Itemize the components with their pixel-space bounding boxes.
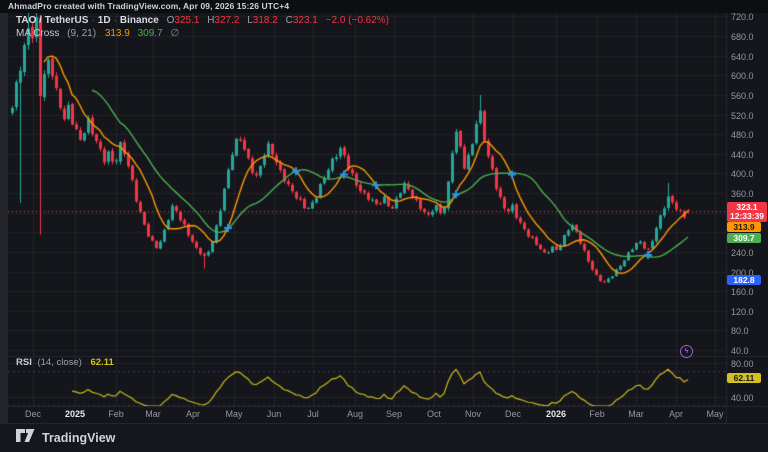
open-value: 325.1 xyxy=(174,15,199,26)
exchange-label[interactable]: Binance xyxy=(120,15,159,26)
time-tick-label: Dec xyxy=(505,409,521,419)
time-tick-label: Feb xyxy=(589,409,605,419)
price-tick-label: 240.0 xyxy=(731,248,754,258)
rsi-current-value: 62.11 xyxy=(90,357,113,368)
price-tick-label: 600.0 xyxy=(731,71,754,81)
time-tick-label: Jul xyxy=(307,409,319,419)
rsi-tick-label: 80.00 xyxy=(731,359,754,369)
price-tick-label: 440.0 xyxy=(731,150,754,160)
close-label: C xyxy=(286,15,293,26)
separator-dot: · xyxy=(91,15,94,26)
interval-label[interactable]: 1D xyxy=(98,15,111,26)
time-tick-label: 2026 xyxy=(546,409,566,419)
tradingview-logo-icon[interactable] xyxy=(16,429,35,447)
ma-fast-axis-badge[interactable]: 313.9 xyxy=(727,222,761,232)
price-tick-label: 560.0 xyxy=(731,91,754,101)
ma-cross-params: (9, 21) xyxy=(67,28,96,39)
price-tick-label: 80.0 xyxy=(731,326,749,336)
high-value: 327.2 xyxy=(214,15,239,26)
time-tick-label: May xyxy=(225,409,242,419)
ma-cross-marker-icon: ∅ xyxy=(170,28,179,39)
price-tick-label: 480.0 xyxy=(731,130,754,140)
ma-cross-legend-row[interactable]: MA Cross (9, 21) 313.9 309.7 ∅ xyxy=(16,28,389,40)
price-tick-label: 40.0 xyxy=(731,346,749,356)
separator-dot: · xyxy=(114,15,117,26)
ma-slow-value: 309.7 xyxy=(138,28,163,39)
symbol-title[interactable]: TAO / TetherUS xyxy=(16,15,88,26)
tradingview-chart-window: AhmadPro created with TradingView.com, A… xyxy=(0,0,768,452)
price-tick-label: 720.0 xyxy=(731,12,754,22)
rsi-name[interactable]: RSI xyxy=(16,357,32,368)
ma-fast-value: 313.9 xyxy=(105,28,130,39)
brand-name[interactable]: TradingView xyxy=(42,431,115,445)
rsi-tick-label: 40.00 xyxy=(731,393,754,403)
time-tick-label: May xyxy=(706,409,723,419)
change-value: −2.0 (−0.62%) xyxy=(326,15,389,26)
bar-countdown: 12:33:39 xyxy=(730,212,764,221)
rsi-params: (14, close) xyxy=(37,357,81,368)
time-tick-label: Mar xyxy=(145,409,161,419)
time-tick-label: Feb xyxy=(108,409,124,419)
close-value: 323.1 xyxy=(293,15,318,26)
last-price-badge[interactable]: 323.1 12:33:39 xyxy=(727,202,767,222)
left-gutter xyxy=(0,13,8,423)
time-tick-label: Mar xyxy=(628,409,644,419)
price-tick-label: 360.0 xyxy=(731,189,754,199)
chart-legend: TAO / TetherUS·1D·Binance O325.1 H327.2 … xyxy=(16,15,389,41)
symbol-legend-row[interactable]: TAO / TetherUS·1D·Binance O325.1 H327.2 … xyxy=(16,15,389,27)
price-tick-label: 120.0 xyxy=(731,307,754,317)
time-tick-label: Apr xyxy=(669,409,683,419)
low-value: 318.2 xyxy=(253,15,278,26)
rsi-legend-row[interactable]: RSI (14, close) 62.11 xyxy=(16,357,114,368)
alert-level-badge[interactable]: 182.8 xyxy=(727,275,761,285)
price-tick-label: 640.0 xyxy=(731,52,754,62)
price-tick-label: 400.0 xyxy=(731,169,754,179)
rsi-axis-badge[interactable]: 62.11 xyxy=(727,373,761,383)
price-tick-label: 520.0 xyxy=(731,111,754,121)
time-tick-label: Dec xyxy=(25,409,41,419)
time-tick-label: Aug xyxy=(347,409,363,419)
time-tick-label: Jun xyxy=(267,409,282,419)
price-tick-label: 160.0 xyxy=(731,287,754,297)
price-tick-label: 680.0 xyxy=(731,32,754,42)
time-tick-label: Sep xyxy=(386,409,402,419)
time-tick-label: Apr xyxy=(186,409,200,419)
time-tick-label: Nov xyxy=(465,409,481,419)
time-tick-label: Oct xyxy=(427,409,441,419)
footer-bar: TradingView xyxy=(0,423,768,452)
ma-cross-name[interactable]: MA Cross xyxy=(16,28,59,39)
time-tick-label: 2025 xyxy=(65,409,85,419)
lightning-pin-icon[interactable]: ϟ xyxy=(680,345,693,358)
ma-slow-axis-badge[interactable]: 309.7 xyxy=(727,233,761,243)
price-chart-canvas[interactable] xyxy=(0,0,768,452)
